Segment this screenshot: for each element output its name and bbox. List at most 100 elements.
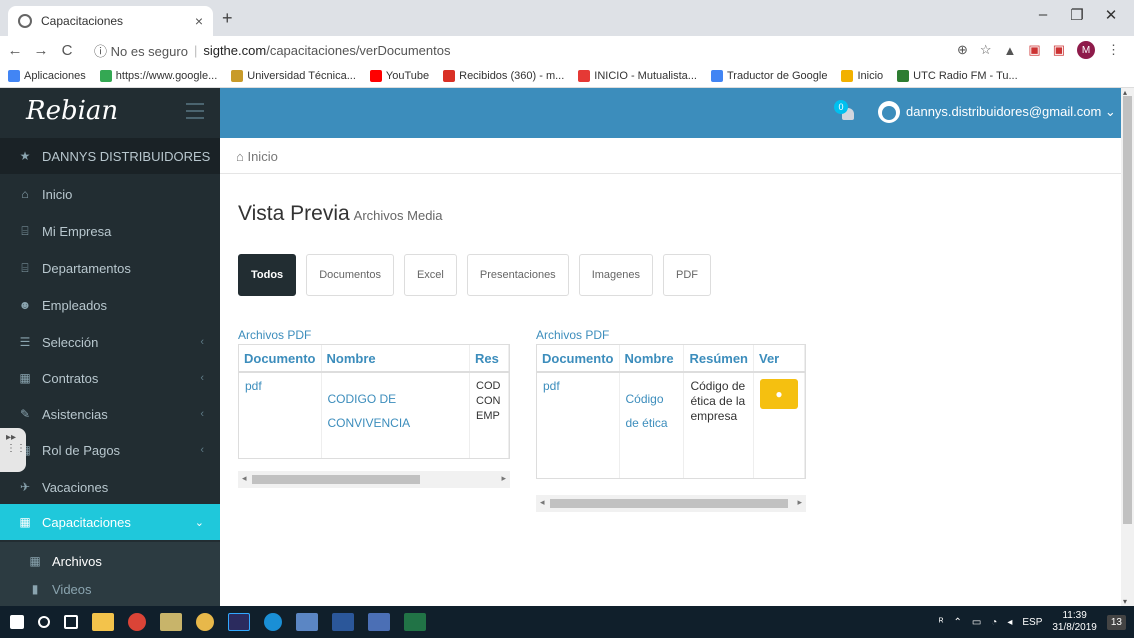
tab-presentaciones[interactable]: Presentaciones: [466, 254, 569, 296]
tab-imagenes[interactable]: Imagenes: [578, 254, 653, 296]
scroll-thumb[interactable]: [550, 499, 788, 508]
bookmark-youtube[interactable]: YouTube: [369, 69, 429, 82]
browser-tab[interactable]: Capacitaciones ×: [8, 6, 213, 36]
bookmark-gmail[interactable]: Recibidos (360) - m...: [443, 69, 564, 82]
window-close-button[interactable]: ✕: [1096, 6, 1126, 24]
bookmark-google[interactable]: https://www.google...: [99, 69, 217, 82]
chrome-icon[interactable]: [128, 613, 146, 631]
main-content: ⌂ Inicio Vista Previa Archivos Media Todo…: [220, 138, 1121, 606]
sidebar-item-asistencias[interactable]: ✎ Asistencias ‹: [0, 396, 220, 432]
notification-center-icon[interactable]: 13: [1106, 614, 1126, 630]
new-tab-button[interactable]: +: [222, 8, 233, 29]
user-email: dannys.distribuidores@gmail.com ⌄: [906, 104, 1116, 119]
sidebar-item-vacaciones[interactable]: ✈ Vacaciones: [0, 469, 220, 505]
doc-type[interactable]: pdf: [239, 372, 322, 458]
panel-title: Archivos PDF: [536, 328, 610, 342]
table-row: pdf Código de ética Código de ética de l…: [537, 372, 805, 478]
bookmark-inicio[interactable]: Inicio: [841, 69, 883, 82]
horizontal-scrollbar[interactable]: ◂ ▸: [238, 471, 510, 488]
tab-documentos[interactable]: Documentos: [306, 254, 394, 296]
tab-close-icon[interactable]: ×: [195, 13, 203, 29]
breadcrumb-inicio[interactable]: Inicio: [247, 149, 277, 164]
reload-button[interactable]: C: [56, 42, 78, 59]
app-header: Rebian 0 dannys.distribuidores@gmail.com…: [0, 88, 1121, 138]
app-icon[interactable]: [196, 613, 214, 631]
excel-icon[interactable]: [404, 613, 426, 631]
col-documento: Documento: [537, 345, 620, 373]
app-icon[interactable]: [296, 613, 318, 631]
clock[interactable]: 11:39 31/8/2019: [1052, 610, 1097, 634]
scroll-thumb[interactable]: [252, 475, 420, 484]
photoshop-icon[interactable]: [228, 613, 250, 631]
profile-avatar[interactable]: M: [1077, 41, 1095, 59]
vertical-scrollbar[interactable]: ▴ ▾: [1121, 88, 1134, 606]
scroll-right-icon[interactable]: ▸: [501, 473, 506, 484]
drag-handle[interactable]: ▸▸ ⋮⋮: [0, 428, 26, 472]
tab-excel[interactable]: Excel: [403, 254, 457, 296]
minimize-button[interactable]: –: [1028, 6, 1058, 23]
people-icon[interactable]: ᴿ: [939, 617, 944, 628]
tab-pdf[interactable]: PDF: [663, 254, 711, 296]
col-ver: Ver: [753, 345, 805, 373]
bookmark-apps[interactable]: Aplicaciones: [8, 69, 86, 82]
wifi-icon[interactable]: ◔: [991, 617, 997, 628]
url-field[interactable]: ⓘ No es seguro | sigthe.com /capacitacio…: [94, 39, 964, 61]
view-button[interactable]: ●: [760, 379, 798, 409]
sidebar-item-departamentos[interactable]: ⌸ Departamentos: [0, 250, 220, 286]
language-indicator[interactable]: ESP: [1022, 617, 1042, 628]
pdf-extension-icon[interactable]: ▣: [1028, 42, 1040, 58]
bookmark-universidad[interactable]: Universidad Técnica...: [231, 69, 356, 82]
bookmark-mutualista[interactable]: INICIO - Mutualista...: [578, 69, 697, 82]
doc-name: CODIGO DE CONVIVENCIA: [321, 372, 471, 458]
user-menu[interactable]: dannys.distribuidores@gmail.com ⌄: [878, 101, 1116, 123]
plane-icon: ✈: [19, 480, 31, 494]
search-icon[interactable]: [38, 616, 50, 628]
sidebar-item-seleccion[interactable]: ☰ Selección ‹: [0, 324, 220, 360]
chevron-up-icon[interactable]: ⌃: [953, 617, 961, 628]
sidebar-company[interactable]: ★ DANNYS DISTRIBUIDORES: [0, 138, 220, 174]
tab-todos[interactable]: Todos: [238, 254, 297, 296]
scroll-down-icon[interactable]: ▾: [1123, 597, 1127, 606]
bookmark-utc-radio[interactable]: UTC Radio FM - Tu...: [897, 69, 1018, 82]
scroll-right-icon[interactable]: ▸: [797, 497, 802, 508]
sidebar-item-inicio[interactable]: ⌂ Inicio: [0, 176, 220, 212]
col-nombre: Nombre: [619, 345, 685, 373]
doc-summary: Código de ética de la empresa: [683, 372, 754, 478]
bookmark-translate[interactable]: Traductor de Google: [710, 69, 827, 82]
word-icon[interactable]: [332, 613, 354, 631]
visio-icon[interactable]: [368, 613, 390, 631]
chevron-down-icon: ⌄: [194, 516, 204, 529]
scroll-left-icon[interactable]: ◂: [242, 473, 247, 484]
zoom-icon[interactable]: ⊕: [957, 42, 968, 58]
battery-icon[interactable]: ▭: [972, 617, 981, 628]
drive-icon[interactable]: ▲: [1004, 43, 1017, 58]
hamburger-menu-icon[interactable]: [186, 103, 204, 124]
sidebar-item-contratos[interactable]: ▦ Contratos ‹: [0, 360, 220, 396]
doc-type[interactable]: pdf: [537, 372, 620, 478]
app-icon[interactable]: [160, 613, 182, 631]
sidebar-item-capacitaciones[interactable]: ▦ Capacitaciones ⌄: [0, 504, 220, 540]
volume-icon[interactable]: ◂: [1007, 617, 1012, 628]
doc-summary: COD CON EMP: [469, 372, 509, 458]
security-indicator[interactable]: ⓘ No es seguro: [94, 41, 188, 60]
submenu-item-archivos[interactable]: ▦ Archivos: [0, 546, 220, 576]
extension-icon[interactable]: ▣: [1053, 42, 1065, 58]
scroll-thumb[interactable]: [1123, 96, 1132, 524]
file-type-tabs: Todos Documentos Excel Presentaciones Im…: [238, 254, 711, 296]
notifications-button[interactable]: 0: [834, 100, 858, 124]
sidebar-item-rol-de-pagos[interactable]: ▦Rol de Pagos‹: [0, 432, 220, 468]
menu-icon[interactable]: ⋮: [1107, 42, 1120, 58]
back-button[interactable]: ←: [4, 42, 26, 59]
submenu-item-videos[interactable]: ▮ Videos: [0, 574, 220, 604]
star-icon[interactable]: ☆: [980, 42, 992, 58]
sidebar-item-mi-empresa[interactable]: ⌸ Mi Empresa: [0, 213, 220, 249]
scroll-left-icon[interactable]: ◂: [540, 497, 545, 508]
skype-icon[interactable]: [264, 613, 282, 631]
sidebar-item-empleados[interactable]: ☻ Empleados: [0, 287, 220, 323]
forward-button[interactable]: →: [30, 42, 52, 59]
horizontal-scrollbar[interactable]: ◂ ▸: [536, 495, 806, 512]
file-explorer-icon[interactable]: [92, 613, 114, 631]
restore-button[interactable]: ❐: [1062, 6, 1092, 24]
task-view-icon[interactable]: [64, 615, 78, 629]
windows-start-icon[interactable]: [10, 615, 24, 629]
